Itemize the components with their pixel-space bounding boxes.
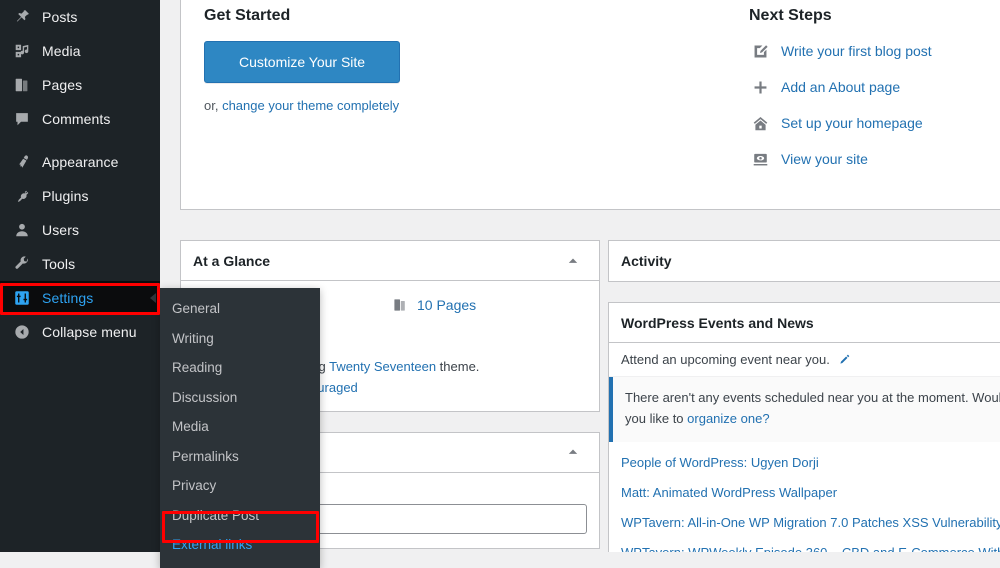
activity-header: Activity — [609, 241, 1000, 281]
view-site-icon — [749, 149, 771, 169]
list-item[interactable]: Set up your homepage — [749, 113, 1000, 133]
admin-sidebar: Posts Media Pages Comments Appearance Pl… — [0, 0, 160, 552]
sidebar-item-users[interactable]: Users — [0, 213, 160, 247]
version-suffix-text: theme. — [436, 359, 480, 374]
get-started-column: Get Started Customize Your Site or, chan… — [204, 5, 749, 185]
settings-sliders-icon — [11, 288, 33, 308]
next-steps-list: Write your first blog post Add an About … — [749, 41, 1000, 169]
at-a-glance-title: At a Glance — [193, 252, 271, 269]
submenu-item-duplicate-post[interactable]: Duplicate Post — [160, 501, 320, 531]
submenu-item-discussion[interactable]: Discussion — [160, 383, 320, 413]
settings-submenu-flyout: General Writing Reading Discussion Media… — [160, 288, 320, 568]
news-list: People of WordPress: Ugyen Dorji Matt: A… — [609, 442, 1000, 552]
sidebar-item-posts[interactable]: Posts — [0, 0, 160, 34]
news-link[interactable]: WPTavern: WPWeekly Episode 360 – CBD and… — [621, 545, 1000, 552]
pages-icon — [390, 297, 410, 313]
events-and-news-title: WordPress Events and News — [621, 314, 814, 331]
submenu-arrow-icon — [150, 293, 156, 303]
sidebar-item-label: Appearance — [42, 154, 119, 170]
sidebar-item-label: Posts — [42, 9, 78, 25]
submenu-item-reading[interactable]: Reading — [160, 353, 320, 383]
sidebar-item-settings[interactable]: Settings — [0, 281, 160, 315]
paintbrush-icon — [11, 152, 33, 172]
chevron-up-icon[interactable] — [559, 438, 587, 466]
get-started-heading: Get Started — [204, 7, 291, 24]
list-item[interactable]: People of WordPress: Ugyen Dorji — [609, 448, 1000, 478]
sidebar-separator — [0, 136, 160, 145]
sidebar-item-pages[interactable]: Pages — [0, 68, 160, 102]
wrench-icon — [11, 254, 33, 274]
sidebar-item-tools[interactable]: Tools — [0, 247, 160, 281]
news-link[interactable]: People of WordPress: Ugyen Dorji — [621, 455, 819, 470]
glance-pages-link[interactable]: 10 Pages — [417, 297, 476, 313]
list-item[interactable]: View your site — [749, 149, 1000, 169]
sidebar-item-label: Media — [42, 43, 81, 59]
dashboard-right-column: Activity WordPress Events and News Atten… — [608, 240, 1000, 552]
submenu-item-media[interactable]: Media — [160, 412, 320, 442]
sidebar-item-label: Settings — [42, 290, 94, 306]
sidebar-item-appearance[interactable]: Appearance — [0, 145, 160, 179]
no-events-text: There aren't any events scheduled near y… — [625, 390, 1000, 426]
collapse-menu-label: Collapse menu — [42, 324, 137, 340]
sidebar-item-plugins[interactable]: Plugins — [0, 179, 160, 213]
list-item[interactable]: Write your first blog post — [749, 41, 1000, 61]
next-step-link[interactable]: View your site — [781, 151, 868, 167]
next-step-link[interactable]: Write your first blog post — [781, 43, 932, 59]
next-steps-column: Next Steps Write your first blog post Ad… — [749, 5, 1000, 185]
comment-icon — [11, 109, 33, 129]
news-link[interactable]: WPTavern: All-in-One WP Migration 7.0 Pa… — [621, 515, 1000, 530]
sidebar-item-label: Tools — [42, 256, 76, 272]
news-link[interactable]: Matt: Animated WordPress Wallpaper — [621, 485, 837, 500]
list-item[interactable]: Add an About page — [749, 77, 1000, 97]
list-item[interactable]: WPTavern: All-in-One WP Migration 7.0 Pa… — [609, 508, 1000, 538]
submenu-item-external-links[interactable]: External links — [160, 530, 320, 560]
sidebar-item-label: Pages — [42, 77, 83, 93]
next-step-link[interactable]: Add an About page — [781, 79, 900, 95]
edit-post-icon — [749, 41, 771, 61]
change-theme-line: or, change your theme completely — [204, 98, 739, 113]
submenu-item-writing[interactable]: Writing — [160, 324, 320, 354]
welcome-panel: We've assembled some links to get you st… — [180, 0, 1000, 211]
activity-panel: Activity — [608, 240, 1000, 282]
collapse-menu-button[interactable]: Collapse menu — [0, 315, 160, 349]
no-events-message: There aren't any events scheduled near y… — [609, 377, 1000, 442]
sidebar-item-media[interactable]: Media — [0, 34, 160, 68]
events-and-news-panel: WordPress Events and News Attend an upco… — [608, 302, 1000, 552]
sidebar-item-label: Users — [42, 222, 80, 238]
submenu-item-general[interactable]: General — [160, 294, 320, 324]
user-icon — [11, 220, 33, 240]
home-icon — [749, 113, 771, 133]
sidebar-item-label: Comments — [42, 111, 111, 127]
active-theme-link[interactable]: Twenty Seventeen — [329, 359, 436, 374]
events-and-news-header: WordPress Events and News — [609, 303, 1000, 343]
submenu-item-permalinks[interactable]: Permalinks — [160, 442, 320, 472]
plug-icon — [11, 186, 33, 206]
next-step-link[interactable]: Set up your homepage — [781, 115, 923, 131]
attend-event-row: Attend an upcoming event near you. — [609, 343, 1000, 377]
next-steps-heading: Next Steps — [749, 7, 832, 24]
sidebar-item-comments[interactable]: Comments — [0, 102, 160, 136]
organize-one-link[interactable]: organize one? — [687, 411, 769, 426]
list-item[interactable]: WPTavern: WPWeekly Episode 360 – CBD and… — [609, 538, 1000, 552]
pages-icon — [11, 75, 33, 95]
submenu-item-privacy[interactable]: Privacy — [160, 471, 320, 501]
pencil-edit-icon[interactable] — [837, 353, 851, 367]
collapse-arrow-icon — [11, 322, 33, 342]
media-icon — [11, 41, 33, 61]
attend-event-text: Attend an upcoming event near you. — [621, 352, 830, 367]
sidebar-item-label: Plugins — [42, 188, 89, 204]
customize-your-site-button[interactable]: Customize Your Site — [204, 41, 401, 84]
list-item[interactable]: Matt: Animated WordPress Wallpaper — [609, 478, 1000, 508]
activity-title: Activity — [621, 253, 672, 269]
change-theme-link[interactable]: change your theme completely — [222, 98, 399, 113]
list-item[interactable]: 10 Pages — [390, 293, 587, 317]
at-a-glance-header: At a Glance — [181, 241, 599, 281]
pushpin-icon — [11, 7, 33, 27]
plus-icon — [749, 77, 771, 97]
or-prefix-text: or, — [204, 98, 223, 114]
chevron-up-icon[interactable] — [559, 247, 587, 275]
